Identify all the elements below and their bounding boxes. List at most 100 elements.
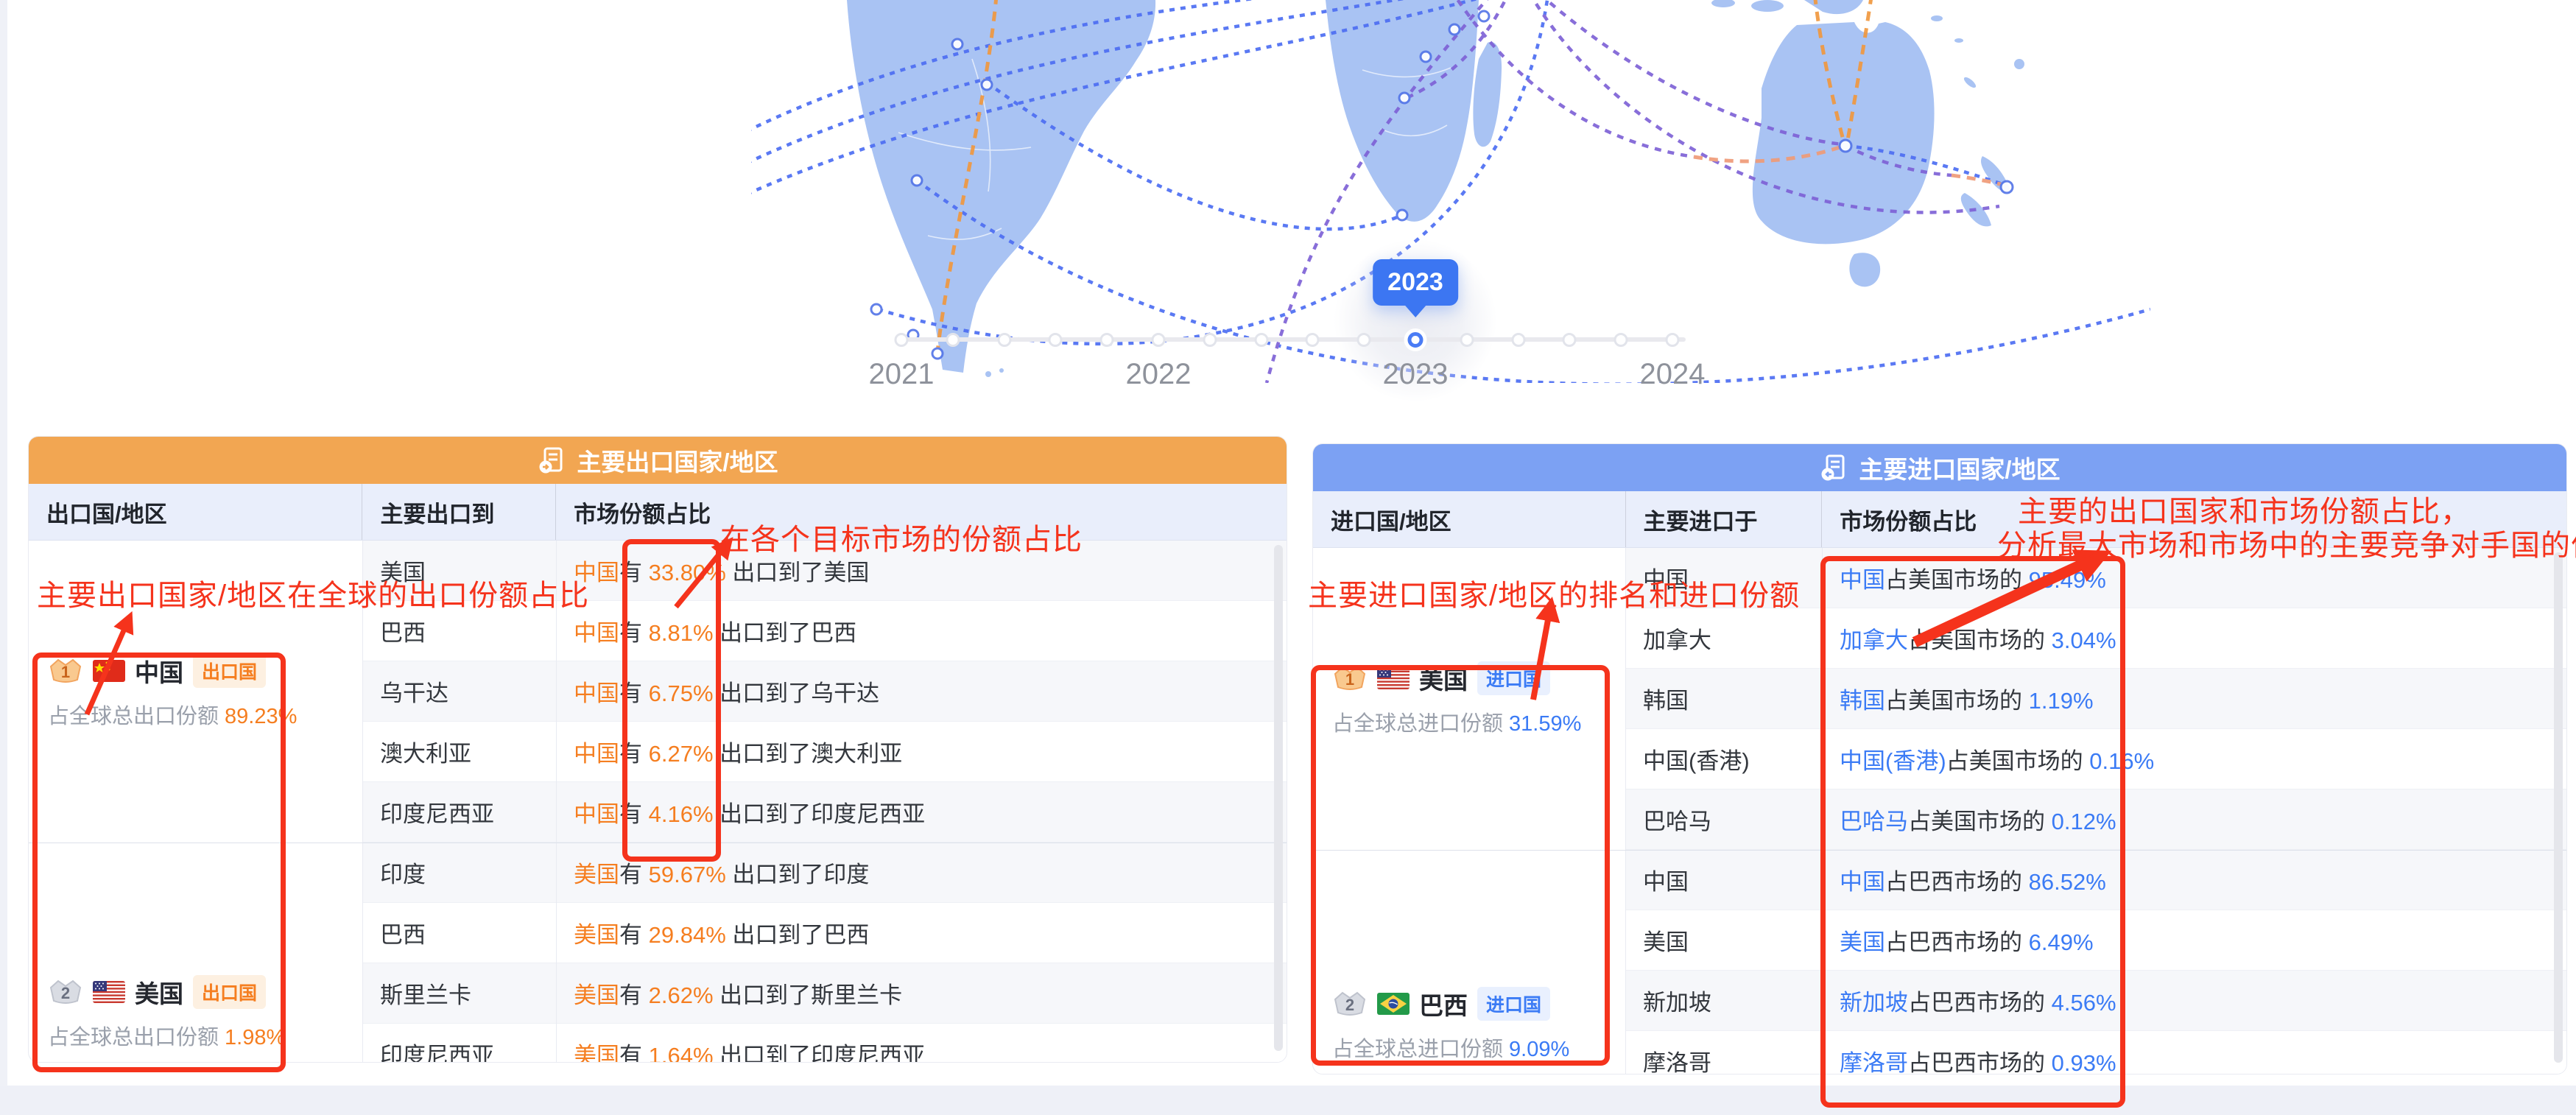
timeline-dot[interactable]: [997, 333, 1011, 347]
share-percent: 33.80%: [649, 560, 726, 585]
svg-text:2: 2: [61, 984, 70, 1002]
market-share-cell: 中国(香港)占美国市场的 0.16%: [1822, 742, 2566, 775]
share-country: 韩国: [1840, 688, 1885, 714]
rank-1-crown-icon: 1: [1332, 664, 1368, 693]
share-country: 美国: [574, 982, 619, 1008]
table-row: 美国美国占巴西市场的 6.49%: [1625, 910, 2566, 971]
svg-text:1: 1: [1345, 670, 1354, 689]
rank-1-crown-icon: 1: [48, 656, 83, 686]
timeline-year-label: 2023: [1383, 358, 1449, 391]
market-share-cell: 韩国占美国市场的 1.19%: [1822, 682, 2566, 715]
timeline-dot[interactable]: [895, 333, 909, 347]
column-header: 主要出口到: [362, 484, 555, 540]
annotation-import-rank: 主要进口国家/地区的排名和进口份额: [1308, 571, 1800, 614]
annotation-main-note: 主要的出口国家和市场份额占比， 分析最大市场和市场中的主要竞争对手国的份额: [1997, 495, 2576, 563]
share-mid: 有: [619, 741, 649, 767]
table-rows: 美国中国有 33.80% 出口到了美国巴西中国有 8.81% 出口到了巴西乌干达…: [362, 541, 1287, 1062]
timeline-dot[interactable]: [946, 333, 960, 347]
timeline-dot[interactable]: [1306, 333, 1320, 347]
annotation-main-line1: 主要的出口国家和市场份额占比，: [1997, 495, 2576, 529]
timeline-dot[interactable]: [1357, 333, 1371, 347]
table-scrollbar[interactable]: [1274, 545, 1283, 1051]
table-scrollbar[interactable]: [2554, 552, 2563, 1063]
timeline-dot[interactable]: [1100, 333, 1114, 347]
table-row: 巴哈马巴哈马占美国市场的 0.12%: [1625, 789, 2566, 850]
target-country-cell: 印度尼西亚: [362, 1037, 556, 1062]
country-name: 中国: [135, 653, 183, 689]
share-mid: 占美国市场的: [1946, 748, 2090, 774]
table-row: 新加坡新加坡占巴西市场的 4.56%: [1625, 971, 2566, 1031]
timeline-dot[interactable]: [1152, 333, 1166, 347]
timeline-dot[interactable]: [1254, 333, 1268, 347]
column-header: 进口国/地区: [1313, 491, 1625, 547]
timeline-dot[interactable]: [1460, 333, 1474, 347]
market-share-cell: 摩洛哥占巴西市场的 0.93%: [1822, 1044, 2566, 1074]
global-share-value: 1.98%: [225, 1026, 285, 1049]
share-country: 中国: [1840, 567, 1885, 593]
country-name: 美国: [135, 974, 183, 1010]
target-country-cell: 美国: [1625, 924, 1822, 957]
column-separator: [1625, 548, 1626, 1074]
share-mid: 占巴西市场的: [1908, 1050, 2052, 1074]
share-country: 中国: [574, 680, 619, 706]
timeline-dot-selected[interactable]: [1408, 332, 1424, 348]
timeline-dot[interactable]: [1614, 333, 1628, 347]
import-table-title: 主要进口国家/地区: [1859, 450, 2060, 485]
rank-2-crown-icon: 2: [1332, 989, 1368, 1019]
share-percent: 0.93%: [2052, 1050, 2116, 1074]
share-mid: 有: [619, 801, 649, 827]
share-mid: 有: [619, 922, 649, 948]
share-country: 巴哈马: [1840, 809, 1908, 834]
country-type-badge: 进口国: [1477, 987, 1550, 1021]
share-mid: 有: [619, 560, 649, 585]
share-mid: 有: [619, 862, 649, 887]
global-share-label: 占全球总进口份额: [1332, 1038, 1503, 1061]
share-mid: 占美国市场的: [1885, 688, 2029, 714]
year-timeline-slider[interactable]: 2023 2021202220232024: [888, 250, 1698, 390]
market-share-cell: 美国占巴西市场的 6.49%: [1822, 924, 2566, 957]
share-mid: 有: [619, 680, 649, 706]
target-country-cell: 澳大利亚: [362, 735, 556, 768]
share-country: 加拿大: [1840, 627, 1908, 653]
global-share-label: 占全球总出口份额: [48, 1026, 219, 1049]
export-table-body: 美国中国有 33.80% 出口到了美国巴西中国有 8.81% 出口到了巴西乌干达…: [29, 541, 1287, 1062]
brazil-flag-icon: [1377, 993, 1410, 1015]
share-post: 出口到了乌干达: [714, 680, 880, 706]
share-percent: 6.49%: [2029, 929, 2094, 955]
page-bottom-strip: [0, 1086, 2576, 1115]
column-header: 出口国/地区: [29, 484, 362, 540]
export-column-headers: 出口国/地区主要出口到市场份额占比: [29, 484, 1287, 541]
share-percent: 1.64%: [649, 1043, 714, 1062]
import-doc-icon: [1819, 453, 1848, 482]
share-percent: 29.84%: [649, 922, 726, 948]
global-share-value: 31.59%: [1509, 712, 1581, 736]
target-country-cell: 印度: [362, 856, 556, 889]
table-row: 韩国韩国占美国市场的 1.19%: [1625, 669, 2566, 729]
market-share-cell: 中国有 33.80% 出口到了美国: [556, 554, 1287, 587]
timeline-dot[interactable]: [1563, 333, 1577, 347]
market-share-cell: 中国有 4.16% 出口到了印度尼西亚: [556, 795, 1287, 829]
rank-2-country-card: 2 美国 出口国 占全球总出口份额1.98%: [29, 843, 362, 1062]
global-share-label: 占全球总出口份额: [48, 705, 219, 728]
china-flag-icon: [93, 660, 125, 682]
share-country: 美国: [574, 922, 619, 948]
share-mid: 占美国市场的: [1885, 567, 2029, 593]
market-share-cell: 巴哈马占美国市场的 0.12%: [1822, 803, 2566, 836]
share-post: 出口到了印度尼西亚: [714, 1043, 926, 1062]
market-share-cell: 中国有 6.27% 出口到了澳大利亚: [556, 735, 1287, 768]
share-post: 出口到了印度: [726, 862, 870, 887]
share-mid: 占巴西市场的: [1885, 929, 2029, 955]
share-percent: 6.75%: [649, 680, 714, 706]
target-country-cell: 韩国: [1625, 682, 1822, 715]
share-post: 出口到了斯里兰卡: [714, 982, 903, 1008]
share-percent: 0.12%: [2052, 809, 2116, 834]
trade-dashboard: 2023 2021202220232024 主要出口国家/地区 出口国/地区主要…: [0, 0, 2576, 1115]
timeline-dot[interactable]: [1511, 333, 1525, 347]
table-row: 印度美国有 59.67% 出口到了印度: [362, 843, 1287, 903]
global-share-value: 9.09%: [1509, 1038, 1569, 1061]
timeline-year-label: 2022: [1126, 358, 1192, 391]
share-percent: 0.16%: [2089, 748, 2154, 774]
timeline-dot[interactable]: [1666, 333, 1680, 347]
timeline-dot[interactable]: [1049, 333, 1063, 347]
timeline-dot[interactable]: [1203, 333, 1217, 347]
